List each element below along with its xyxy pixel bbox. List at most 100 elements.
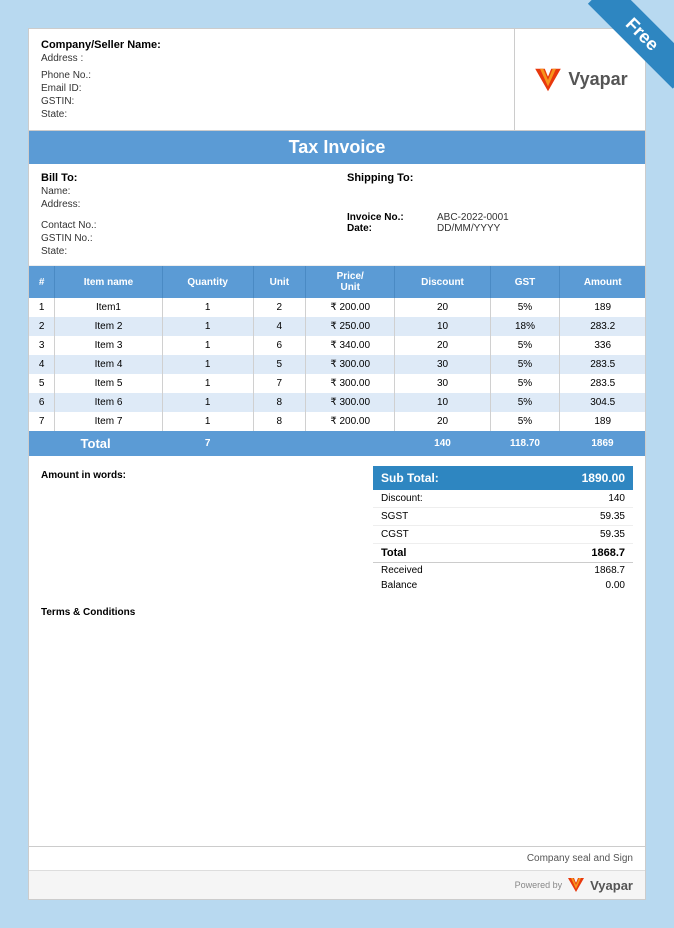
table-cell: 20: [395, 336, 490, 355]
amount-words-label: Amount in words:: [41, 470, 126, 481]
state-label: State:: [41, 109, 502, 120]
grand-total-row: Total 1868.7: [373, 544, 633, 563]
table-cell: ₹ 340.00: [305, 336, 395, 355]
balance-row: Balance 0.00: [373, 578, 633, 593]
table-cell: Item 5: [55, 374, 162, 393]
items-table-wrapper: # Item name Quantity Unit Price/Unit Dis…: [29, 266, 645, 456]
company-info: Company/Seller Name: Address : Phone No.…: [29, 29, 515, 130]
table-cell: 5: [253, 355, 305, 374]
table-row: 6Item 618₹ 300.00105%304.5: [29, 393, 645, 412]
received-value: 1868.7: [594, 565, 625, 576]
col-item-name: Item name: [55, 266, 162, 298]
table-cell: Item 4: [55, 355, 162, 374]
table-cell: 1: [162, 412, 253, 431]
bill-to-label: Bill To:: [41, 172, 327, 184]
date-row: Date: DD/MM/YYYY: [347, 223, 633, 234]
gstin-label: GSTIN:: [41, 96, 502, 107]
spacer: [29, 624, 645, 846]
ship-to-label: Shipping To:: [347, 172, 633, 184]
gstin-no-label: GSTIN No.:: [41, 233, 327, 244]
table-cell: Item 7: [55, 412, 162, 431]
table-cell: 336: [560, 336, 645, 355]
bill-address-label: Address:: [41, 199, 327, 210]
date-value: DD/MM/YYYY: [437, 223, 500, 234]
table-cell: 4: [29, 355, 55, 374]
table-cell: Item 3: [55, 336, 162, 355]
vyapar-v-icon: [532, 64, 564, 96]
total-discount: 140: [395, 431, 490, 456]
discount-label: Discount:: [381, 493, 423, 504]
ribbon-label: Free: [588, 0, 674, 89]
table-row: 5Item 517₹ 300.00305%283.5: [29, 374, 645, 393]
table-cell: 5%: [490, 355, 560, 374]
table-cell: ₹ 300.00: [305, 374, 395, 393]
table-cell: 10: [395, 393, 490, 412]
col-quantity: Quantity: [162, 266, 253, 298]
sgst-row: SGST 59.35: [373, 508, 633, 526]
invoice-card: Company/Seller Name: Address : Phone No.…: [28, 28, 646, 900]
table-cell: 30: [395, 355, 490, 374]
invoice-footer: Company seal and Sign: [29, 846, 645, 870]
free-ribbon: Free: [564, 0, 674, 110]
table-header-row: # Item name Quantity Unit Price/Unit Dis…: [29, 266, 645, 298]
table-cell: 30: [395, 374, 490, 393]
cgst-value: 59.35: [600, 529, 625, 540]
amount-in-words: Amount in words:: [41, 466, 373, 593]
table-cell: ₹ 300.00: [305, 393, 395, 412]
table-cell: Item 6: [55, 393, 162, 412]
billing-section: Bill To: Name: Address: Contact No.: GST…: [29, 164, 645, 266]
table-cell: 304.5: [560, 393, 645, 412]
table-cell: 189: [560, 298, 645, 317]
table-cell: 7: [29, 412, 55, 431]
col-num: #: [29, 266, 55, 298]
seal-text: Company seal and Sign: [527, 853, 633, 864]
discount-value: 140: [608, 493, 625, 504]
col-discount: Discount: [395, 266, 490, 298]
table-cell: 18%: [490, 317, 560, 336]
sub-total-row: Sub Total: 1890.00: [373, 466, 633, 490]
table-cell: 1: [162, 298, 253, 317]
email-label: Email ID:: [41, 83, 502, 94]
bill-name-label: Name:: [41, 186, 327, 197]
invoice-no-value: ABC-2022-0001: [437, 212, 509, 223]
received-row: Received 1868.7: [373, 563, 633, 578]
table-row: 2Item 214₹ 250.001018%283.2: [29, 317, 645, 336]
company-name-label: Company/Seller Name:: [41, 39, 502, 51]
table-cell: 189: [560, 412, 645, 431]
table-cell: 5%: [490, 336, 560, 355]
ship-to: Shipping To: Invoice No.: ABC-2022-0001 …: [347, 172, 633, 257]
bill-state-label: State:: [41, 246, 327, 257]
balance-value: 0.00: [606, 580, 625, 591]
discount-row: Discount: 140: [373, 490, 633, 508]
cgst-row: CGST 59.35: [373, 526, 633, 544]
table-cell: Item1: [55, 298, 162, 317]
total-label: Total: [29, 431, 162, 456]
phone-label: Phone No.:: [41, 70, 502, 81]
footer-logo-text: Vyapar: [590, 878, 633, 893]
balance-label: Balance: [381, 580, 417, 591]
col-price: Price/Unit: [305, 266, 395, 298]
table-cell: ₹ 300.00: [305, 355, 395, 374]
sub-total-label: Sub Total:: [381, 471, 439, 485]
col-amount: Amount: [560, 266, 645, 298]
table-cell: 6: [253, 336, 305, 355]
table-cell: 1: [162, 336, 253, 355]
table-cell: 1: [162, 317, 253, 336]
total-gst: 118.70: [490, 431, 560, 456]
address-label: Address :: [41, 53, 502, 64]
total-amount: 1869: [560, 431, 645, 456]
table-cell: 5%: [490, 298, 560, 317]
table-cell: 1: [29, 298, 55, 317]
table-cell: 1: [162, 355, 253, 374]
terms-label: Terms & Conditions: [41, 607, 135, 618]
total-qty: 7: [162, 431, 253, 456]
received-label: Received: [381, 565, 423, 576]
table-cell: ₹ 200.00: [305, 412, 395, 431]
table-row: 4Item 415₹ 300.00305%283.5: [29, 355, 645, 374]
footer-vyapar-icon: [566, 875, 586, 895]
summary-section: Amount in words: Sub Total: 1890.00 Disc…: [29, 458, 645, 601]
bill-to: Bill To: Name: Address: Contact No.: GST…: [41, 172, 327, 257]
table-cell: 4: [253, 317, 305, 336]
table-cell: 7: [253, 374, 305, 393]
table-cell: 283.5: [560, 355, 645, 374]
